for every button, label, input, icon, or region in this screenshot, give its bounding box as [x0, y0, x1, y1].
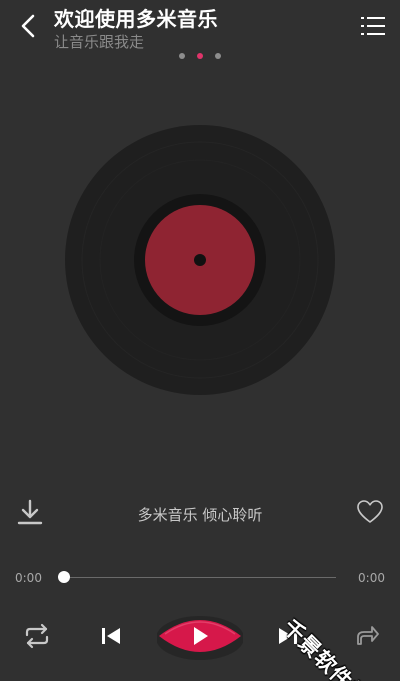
page-indicator: [0, 53, 400, 59]
skip-previous-icon: [102, 628, 120, 644]
player-screen: 欢迎使用多米音乐 让音乐跟我走 多米音乐 倾心聆听 0:00 0:00 千景软件…: [0, 0, 400, 681]
chevron-left-icon: [21, 14, 35, 38]
song-info: 多米音乐 倾心聆听: [137, 506, 263, 524]
download-button[interactable]: [16, 498, 44, 526]
vinyl-record-icon: [65, 125, 335, 395]
next-button[interactable]: [276, 624, 300, 648]
play-button[interactable]: [156, 612, 244, 660]
playlist-icon: [361, 17, 385, 35]
skip-next-icon: [279, 628, 297, 644]
total-time: 0:00: [358, 571, 385, 585]
play-icon: [156, 616, 244, 660]
repeat-button[interactable]: [23, 623, 51, 649]
page-title: 欢迎使用多米音乐: [54, 7, 218, 31]
current-time: 0:00: [15, 571, 42, 585]
back-button[interactable]: [14, 12, 42, 40]
like-button[interactable]: [356, 498, 384, 526]
heart-outline-icon: [357, 500, 383, 523]
watermark: 千景软件站: [278, 572, 400, 681]
share-button[interactable]: [354, 622, 380, 648]
progress-thumb[interactable]: [58, 571, 70, 583]
playlist-button[interactable]: [360, 14, 386, 38]
share-icon: [357, 626, 379, 645]
download-icon: [17, 499, 43, 525]
progress-bar[interactable]: [58, 571, 336, 583]
page-dot: [215, 53, 221, 59]
repeat-icon: [25, 623, 49, 649]
page-subtitle: 让音乐跟我走: [54, 33, 145, 51]
page-dot: [179, 53, 185, 59]
page-dot: [197, 53, 203, 59]
previous-button[interactable]: [99, 624, 123, 648]
